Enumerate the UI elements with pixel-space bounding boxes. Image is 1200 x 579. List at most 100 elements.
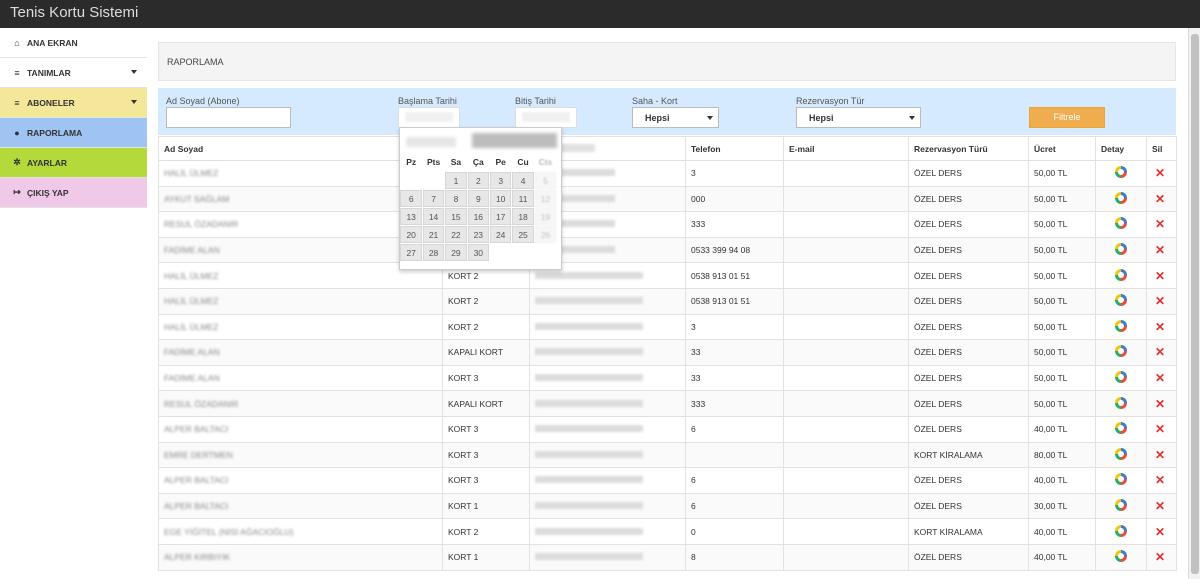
delete-icon[interactable]: ✕ [1155, 166, 1165, 180]
calendar-day[interactable]: 8 [445, 190, 467, 207]
table-row[interactable]: FADİME ALAN KORT 3 33 ÖZEL DERS 50,00 TL ✕ [158, 364, 1177, 392]
calendar-day[interactable]: 18 [512, 208, 534, 225]
table-row[interactable]: RESUL ÖZADANIR 333 ÖZEL DERS 50,00 TL ✕ [158, 211, 1177, 238]
table-row[interactable]: HALİL ÜLMEZ 3 ÖZEL DERS 50,00 TL ✕ [158, 160, 1177, 187]
calendar-day[interactable]: 22 [445, 226, 467, 243]
detail-icon[interactable] [1115, 294, 1127, 307]
table-row[interactable]: ALPER BALTACI KORT 1 6 ÖZEL DERS 30,00 TL ✕ [158, 492, 1177, 520]
calendar-day[interactable]: 14 [422, 208, 445, 225]
delete-icon[interactable]: ✕ [1155, 499, 1165, 513]
detail-icon[interactable] [1115, 473, 1127, 486]
name-filter-input[interactable] [166, 107, 291, 128]
calendar-day[interactable]: 12 [534, 190, 557, 207]
calendar-day[interactable]: 29 [445, 244, 467, 261]
table-row[interactable]: EMRE DERTMEN KORT 3 KORT KİRALAMA 80,00 TL ✕ [158, 441, 1177, 469]
sidebar-item-raporlama[interactable]: ● RAPORLAMA [0, 118, 147, 148]
calendar-day[interactable]: 6 [400, 190, 422, 207]
detail-icon[interactable] [1115, 319, 1127, 332]
start-date-input[interactable] [398, 107, 460, 128]
detail-icon[interactable] [1115, 524, 1127, 537]
sidebar-item-aboneler[interactable]: ≡ ABONELER [0, 88, 147, 118]
calendar-day[interactable]: 26 [534, 226, 557, 243]
table-row[interactable]: FADİME ALAN 0533 399 94 08 ÖZEL DERS 50,00 … [158, 236, 1177, 264]
table-row[interactable]: ALPER BALTACI KORT 3 6 ÖZEL DERS 40,00 TL ✕ [158, 415, 1177, 443]
delete-icon[interactable]: ✕ [1155, 550, 1165, 564]
table-row[interactable]: FADİME ALAN KAPALI KORT 33 ÖZEL DERS 50,00 T… [158, 339, 1177, 366]
calendar-day[interactable]: 11 [512, 190, 534, 207]
column-header[interactable]: Sil [1146, 136, 1177, 161]
detail-icon[interactable] [1115, 268, 1127, 281]
delete-icon[interactable]: ✕ [1155, 525, 1165, 539]
delete-icon[interactable]: ✕ [1155, 294, 1165, 308]
delete-icon[interactable]: ✕ [1155, 473, 1165, 487]
calendar-day[interactable]: 16 [467, 208, 490, 225]
date-picker-month-nav[interactable] [472, 133, 557, 148]
delete-icon[interactable]: ✕ [1155, 397, 1165, 411]
table-row[interactable]: RESUL ÖZADANIR KAPALI KORT 333 ÖZEL DERS 50,… [158, 390, 1177, 417]
column-header[interactable]: E-mail [783, 136, 909, 161]
calendar-day[interactable]: 23 [467, 226, 490, 243]
calendar-day[interactable]: 10 [489, 190, 512, 207]
calendar-day[interactable]: 9 [467, 190, 490, 207]
calendar-day[interactable]: 2 [467, 172, 490, 189]
calendar-day[interactable]: 27 [400, 244, 422, 261]
calendar-day[interactable]: 28 [422, 244, 445, 261]
sidebar-item-tanimlar[interactable]: ≡ TANIMLAR [0, 58, 147, 88]
sidebar-item-ayarlar[interactable]: ✲ AYARLAR [0, 148, 147, 178]
detail-icon[interactable] [1115, 396, 1127, 409]
delete-icon[interactable]: ✕ [1155, 269, 1165, 283]
table-row[interactable]: ALPER KIRBIYIK KORT 1 8 ÖZEL DERS 40,00 TL ✕ [158, 543, 1177, 571]
detail-icon[interactable] [1115, 345, 1127, 358]
column-header[interactable]: Rezervasyon Türü [908, 136, 1029, 161]
delete-icon[interactable]: ✕ [1155, 448, 1165, 462]
delete-icon[interactable]: ✕ [1155, 192, 1165, 206]
column-header[interactable]: Detay [1095, 136, 1147, 161]
sidebar-item-çikiş-yap[interactable]: ↦ ÇIKIŞ YAP [0, 178, 147, 208]
filter-button[interactable]: Filtrele [1029, 107, 1105, 128]
detail-icon[interactable] [1115, 243, 1127, 256]
detail-icon[interactable] [1115, 447, 1127, 460]
table-row[interactable]: ALPER BALTACI KORT 3 6 ÖZEL DERS 40,00 TL ✕ [158, 467, 1177, 494]
table-row[interactable]: AYKUT SAĞLAM 000 ÖZEL DERS 50,00 TL ✕ [158, 185, 1177, 213]
table-row[interactable]: EGE YİĞİTEL (NİSİ AĞACIOĞLU) KORT 2 0 KORT … [158, 518, 1177, 545]
calendar-day[interactable]: 19 [534, 208, 557, 225]
date-picker-popup[interactable]: Pz Pts Sa Ça Pe Cu Cts 1 2 3 4 5 6 7 8 9 10 11 12 13 14 15 16 1… [399, 127, 562, 270]
detail-icon[interactable] [1115, 550, 1127, 563]
delete-icon[interactable]: ✕ [1155, 371, 1165, 385]
detail-icon[interactable] [1115, 191, 1127, 204]
calendar-day[interactable]: 17 [489, 208, 512, 225]
calendar-day[interactable]: 25 [512, 226, 534, 243]
calendar-day[interactable]: 3 [489, 172, 512, 189]
calendar-day[interactable]: 20 [400, 226, 422, 243]
detail-icon[interactable] [1115, 217, 1127, 230]
end-date-input[interactable] [515, 107, 577, 128]
detail-icon[interactable] [1115, 422, 1127, 435]
detail-icon[interactable] [1115, 166, 1127, 179]
vertical-scrollbar[interactable] [1188, 28, 1200, 579]
delete-icon[interactable]: ✕ [1155, 345, 1165, 359]
delete-icon[interactable]: ✕ [1155, 422, 1165, 436]
calendar-day[interactable]: 7 [422, 190, 445, 207]
court-select[interactable]: Hepsi [632, 107, 719, 128]
detail-icon[interactable] [1115, 371, 1127, 384]
type-select[interactable]: Hepsi [796, 107, 921, 128]
column-header[interactable]: Telefon [685, 136, 784, 161]
sidebar-item-ana-ekran[interactable]: ⌂ ANA EKRAN [0, 28, 147, 58]
calendar-day[interactable]: 1 [445, 172, 467, 189]
calendar-day[interactable]: 15 [445, 208, 467, 225]
table-row[interactable]: HALİL ÜLMEZ KORT 2 0538 913 01 51 ÖZEL DERS… [158, 262, 1177, 289]
calendar-day[interactable]: 24 [489, 226, 512, 243]
calendar-day[interactable]: 30 [467, 244, 490, 261]
calendar-day[interactable]: 13 [400, 208, 422, 225]
column-header[interactable]: Ücret [1028, 136, 1096, 161]
detail-icon[interactable] [1115, 499, 1127, 512]
app-title[interactable]: Tenis Kortu Sistemi [10, 4, 138, 21]
calendar-day[interactable]: 5 [534, 172, 557, 189]
scrollbar-thumb[interactable] [1191, 34, 1199, 574]
calendar-day[interactable]: 21 [422, 226, 445, 243]
delete-icon[interactable]: ✕ [1155, 320, 1165, 334]
delete-icon[interactable]: ✕ [1155, 217, 1165, 231]
table-row[interactable]: HALİL ÜLMEZ KORT 2 0538 913 01 51 ÖZEL DERS… [158, 287, 1177, 315]
delete-icon[interactable]: ✕ [1155, 243, 1165, 257]
table-row[interactable]: HALİL ÜLMEZ KORT 2 3 ÖZEL DERS 50,00 TL ✕ [158, 313, 1177, 341]
